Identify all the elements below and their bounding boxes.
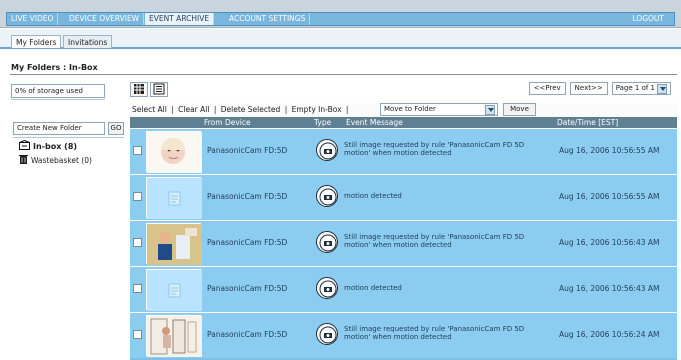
row-checkbox[interactable]: [133, 146, 142, 155]
move-to-folder-label: Move to Folder: [384, 105, 436, 113]
list-view-button[interactable]: [150, 82, 168, 97]
sidebar-divider: [13, 137, 124, 138]
top-navigation-bar: LIVE VIDEO DEVICE OVERVIEW EVENT ARCHIVE…: [6, 12, 675, 26]
row-date: Aug 16, 2006 10:56:24 AM: [559, 330, 660, 339]
column-header-date-time: Date/Time [EST]: [557, 118, 619, 127]
table-row[interactable]: PanasonicCam FD:5D Still image requested…: [130, 128, 677, 174]
folder-wastebasket[interactable]: Wastebasket (0): [19, 154, 92, 166]
column-header-from-device: From Device: [204, 118, 251, 127]
baby-photo-thumbnail[interactable]: [146, 131, 202, 173]
move-to-folder-select[interactable]: Move to Folder: [380, 103, 498, 116]
row-checkbox[interactable]: [133, 238, 142, 247]
table-header: From Device Type Event Message Date/Time…: [130, 117, 677, 128]
row-device: PanasonicCam FD:5D: [207, 330, 288, 339]
action-separator: |: [171, 105, 174, 114]
event-table: From Device Type Event Message Date/Time…: [130, 117, 677, 360]
table-row[interactable]: PanasonicCam FD:5D Still image requested…: [130, 220, 677, 266]
row-device: PanasonicCam FD:5D: [207, 238, 288, 247]
title-divider: [10, 74, 677, 75]
table-row[interactable]: PanasonicCam FD:5D Still image requested…: [130, 312, 677, 358]
list-view-icon: [153, 83, 165, 97]
page-select[interactable]: Page 1 of 1: [611, 82, 671, 95]
camera-event-icon: [316, 277, 338, 299]
document-placeholder-thumbnail[interactable]: [146, 269, 202, 311]
tab-device-overview[interactable]: DEVICE OVERVIEW: [65, 13, 145, 25]
select-all-link[interactable]: Select All: [132, 105, 167, 114]
camera-event-icon: [316, 231, 338, 253]
row-checkbox[interactable]: [133, 330, 142, 339]
create-folder-input[interactable]: Create New Folder: [13, 122, 105, 135]
person-photo-thumbnail[interactable]: [146, 223, 202, 265]
next-page-button[interactable]: Next>>: [569, 82, 608, 95]
table-row[interactable]: PanasonicCam FD:5D motion detected Aug 1…: [130, 266, 677, 312]
action-separator: |: [284, 105, 288, 114]
folder-inbox-label: In-box (8): [33, 141, 78, 151]
storage-underline: [11, 99, 105, 100]
prev-page-button[interactable]: <<Prev: [528, 82, 566, 95]
row-date: Aug 16, 2006 10:56:43 AM: [559, 284, 660, 293]
page-select-label: Page 1 of 1: [615, 84, 655, 92]
storage-usage-indicator: 0% of storage used: [11, 84, 105, 98]
row-message: motion detected: [344, 284, 402, 292]
tab-account-settings[interactable]: ACCOUNT SETTINGS: [225, 13, 311, 25]
tab-live-video[interactable]: LIVE VIDEO: [7, 13, 59, 25]
row-checkbox[interactable]: [133, 284, 142, 293]
row-message: Still image requested by rule 'Panasonic…: [344, 325, 525, 341]
grid-view-icon: [133, 82, 145, 97]
move-button[interactable]: Move: [503, 103, 536, 116]
tab-event-archive[interactable]: EVENT ARCHIVE: [145, 13, 215, 25]
row-message: Still image requested by rule 'Panasonic…: [344, 233, 525, 249]
row-checkbox[interactable]: [133, 192, 142, 201]
page-title: My Folders : In-Box: [11, 63, 98, 72]
folder-wastebasket-label: Wastebasket (0): [31, 155, 92, 165]
clear-all-link[interactable]: Clear All: [178, 105, 209, 114]
row-device: PanasonicCam FD:5D: [207, 146, 288, 155]
camera-event-icon: [316, 323, 338, 345]
grid-view-button[interactable]: [130, 82, 148, 97]
sub-navigation: My Folders Invitations: [0, 29, 681, 49]
action-separator: |: [213, 105, 217, 114]
subtab-invitations[interactable]: Invitations: [63, 35, 113, 48]
door-photo-thumbnail[interactable]: [146, 315, 202, 357]
delete-selected-link[interactable]: Delete Selected: [221, 105, 281, 114]
column-header-type: Type: [314, 118, 332, 127]
row-device: PanasonicCam FD:5D: [207, 192, 288, 201]
chevron-down-icon: [657, 83, 667, 94]
inbox-icon: [19, 139, 30, 152]
camera-event-icon: [316, 185, 338, 207]
column-header-event-message: Event Message: [346, 118, 403, 127]
row-message: Still image requested by rule 'Panasonic…: [344, 141, 525, 157]
subtab-my-folders[interactable]: My Folders: [11, 35, 62, 48]
chevron-down-icon: [485, 105, 495, 115]
top-navigation: LIVE VIDEO DEVICE OVERVIEW EVENT ARCHIVE…: [0, 0, 681, 28]
row-date: Aug 16, 2006 10:56:55 AM: [559, 146, 660, 155]
table-row[interactable]: PanasonicCam FD:5D motion detected Aug 1…: [130, 174, 677, 220]
folder-sidebar: Create New Folder GO In-box (8) Wastebas…: [11, 118, 124, 360]
pager: <<Prev Next>> Page 1 of 1: [528, 82, 671, 95]
go-button[interactable]: GO: [108, 122, 124, 135]
logout-link[interactable]: LOGOUT: [632, 13, 664, 25]
row-message: motion detected: [344, 192, 402, 200]
document-placeholder-thumbnail[interactable]: [146, 177, 202, 219]
row-device: PanasonicCam FD:5D: [207, 284, 288, 293]
row-date: Aug 16, 2006 10:56:43 AM: [559, 238, 660, 247]
empty-inbox-link[interactable]: Empty In-Box: [292, 105, 342, 114]
row-date: Aug 16, 2006 10:56:55 AM: [559, 192, 660, 201]
camera-event-icon: [316, 139, 338, 161]
action-separator: |: [345, 105, 349, 114]
trash-icon: [19, 154, 28, 166]
folder-inbox[interactable]: In-box (8): [19, 139, 78, 152]
